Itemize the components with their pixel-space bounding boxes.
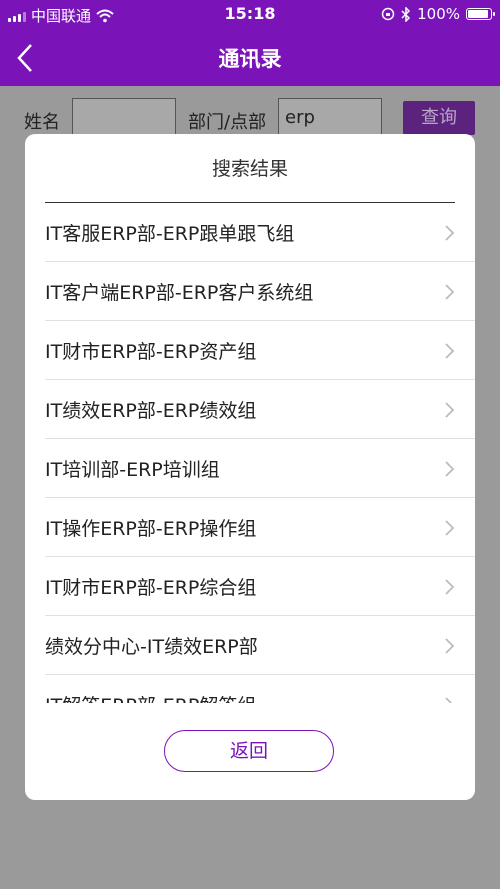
list-item[interactable]: 绩效分中心-IT绩效ERP部 <box>45 616 475 675</box>
dept-label: 部门/点部 <box>188 112 267 133</box>
battery-icon <box>466 8 495 20</box>
battery-fill <box>468 10 488 18</box>
app-header: 中国联通 15:18 100% 通讯录 <box>0 0 500 86</box>
list-item-label: IT客户端ERP部-ERP客户系统组 <box>45 282 314 304</box>
list-item[interactable]: IT操作ERP部-ERP操作组 <box>45 498 475 557</box>
list-item-label: IT培训部-ERP培训组 <box>45 459 220 481</box>
chevron-right-icon <box>445 638 455 654</box>
back-button[interactable]: 返回 <box>164 730 334 772</box>
list-item-label: IT财市ERP部-ERP综合组 <box>45 577 257 599</box>
bluetooth-icon <box>401 6 411 22</box>
dialog-title: 搜索结果 <box>211 158 288 180</box>
list-item[interactable]: IT客户端ERP部-ERP客户系统组 <box>45 262 475 321</box>
list-item[interactable]: IT客服ERP部-ERP跟单跟飞组 <box>45 203 475 262</box>
query-button[interactable]: 查询 <box>403 101 475 135</box>
chevron-right-icon <box>445 697 453 703</box>
search-form: 姓名 部门/点部 erp 查询 <box>0 86 500 138</box>
list-item[interactable]: IT绩效ERP部-ERP绩效组 <box>45 380 475 439</box>
list-item[interactable]: IT财市ERP部-ERP资产组 <box>45 321 475 380</box>
list-item-label: IT操作ERP部-ERP操作组 <box>45 518 257 540</box>
dept-input[interactable]: erp <box>278 98 382 138</box>
search-results-dialog: 搜索结果 IT客服ERP部-ERP跟单跟飞组 IT客户端ERP部-ERP客户系统… <box>25 134 475 800</box>
page-title: 通讯录 <box>218 47 282 71</box>
list-item-label: IT解答ERP部-ERP解答组 <box>45 691 256 703</box>
chevron-right-icon <box>445 284 455 300</box>
chevron-right-icon <box>445 402 455 418</box>
list-item[interactable]: IT财市ERP部-ERP综合组 <box>45 557 475 616</box>
name-input[interactable] <box>72 98 176 138</box>
list-item[interactable]: IT培训部-ERP培训组 <box>45 439 475 498</box>
chevron-right-icon <box>445 225 455 241</box>
battery-percent: 100% <box>417 5 460 23</box>
rotation-lock-icon <box>381 7 395 21</box>
list-item-label: IT绩效ERP部-ERP绩效组 <box>45 400 257 422</box>
list-item[interactable]: IT解答ERP部-ERP解答组 <box>45 675 475 703</box>
list-item-label: 绩效分中心-IT绩效ERP部 <box>45 636 258 658</box>
chevron-right-icon <box>445 343 455 359</box>
results-list[interactable]: IT客服ERP部-ERP跟单跟飞组 IT客户端ERP部-ERP客户系统组 IT财… <box>45 203 475 703</box>
chevron-right-icon <box>445 520 455 536</box>
list-item-label: IT财市ERP部-ERP资产组 <box>45 341 257 363</box>
name-label: 姓名 <box>24 112 60 133</box>
status-bar: 中国联通 15:18 100% <box>0 0 500 28</box>
status-right: 100% <box>381 5 495 23</box>
chevron-right-icon <box>445 461 455 477</box>
chevron-right-icon <box>445 579 455 595</box>
list-item-label: IT客服ERP部-ERP跟单跟飞组 <box>45 223 295 245</box>
